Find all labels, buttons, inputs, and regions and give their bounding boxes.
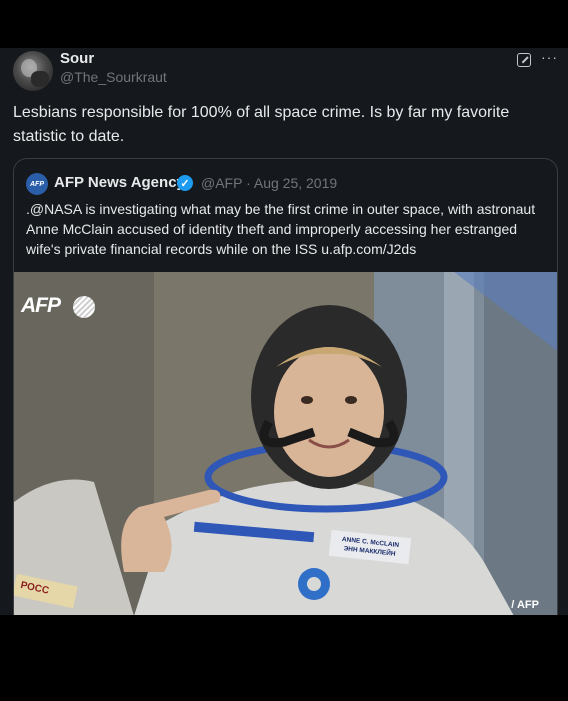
verified-badge-icon: ✓ — [177, 175, 193, 191]
astronaut-photo-illustration — [14, 272, 557, 615]
quoted-author-name[interactable]: AFP News Agency — [54, 174, 185, 191]
tweet[interactable]: Sour @The_Sourkraut ··· Lesbians respons… — [0, 48, 568, 615]
author-name[interactable]: Sour — [60, 50, 94, 67]
quoted-tweet-text: .@NASA is investigating what may be the … — [26, 201, 536, 257]
afp-globe-icon — [73, 296, 95, 318]
face — [274, 347, 384, 477]
quoted-handle-date: @AFP · Aug 25, 2019 — [201, 175, 338, 191]
more-options-icon[interactable]: ··· — [541, 49, 558, 65]
author-handle[interactable]: @The_Sourkraut — [60, 69, 167, 85]
suit-connector-center — [307, 577, 321, 591]
top-letterbox — [0, 0, 568, 48]
tweet-text: Lesbians responsible for 100% of all spa… — [13, 104, 510, 145]
quoted-tweet[interactable]: AFP AFP News Agency ✓ @AFP · Aug 25, 201… — [13, 158, 558, 615]
right-eye — [345, 396, 357, 404]
photo-credit: / AFP — [511, 599, 539, 611]
afp-watermark-logo: AFP — [21, 294, 61, 317]
avatar-shape — [31, 71, 49, 87]
tweet-photo[interactable]: AFP ANNE C. McCLAIN ЭНН МАККЛЕЙН РОСС / … — [14, 272, 557, 615]
grok-icon[interactable] — [517, 53, 531, 67]
left-eye — [301, 396, 313, 404]
quoted-author-avatar[interactable]: AFP — [26, 173, 48, 195]
bottom-letterbox — [0, 615, 568, 701]
author-avatar[interactable] — [13, 51, 53, 91]
